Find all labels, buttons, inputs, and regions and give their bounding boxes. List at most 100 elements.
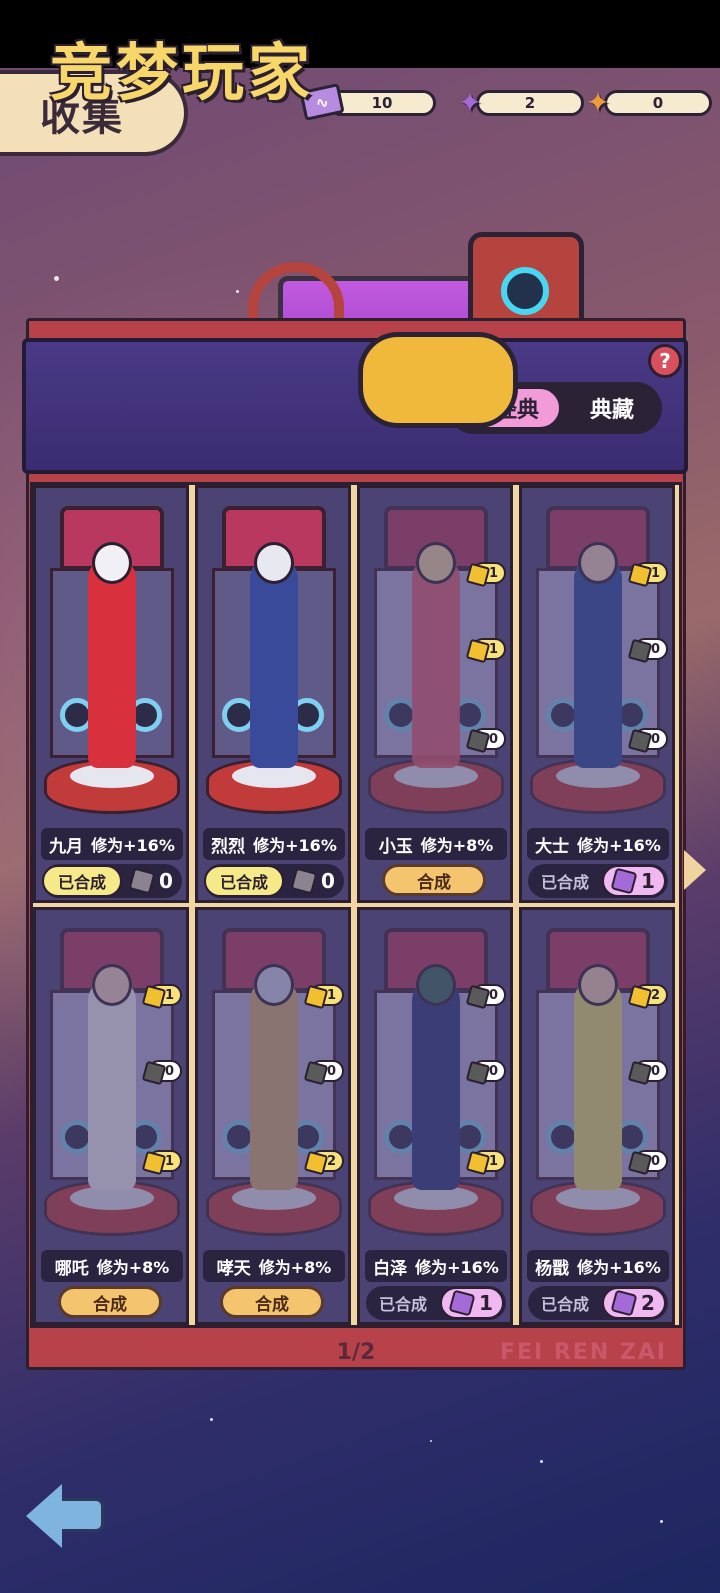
fragment-badge: 1 [472,1150,506,1172]
character-name-bar: 哪吒 修为+8% [41,1250,183,1282]
character-name: 哪吒 [54,1258,89,1279]
star-decoration [54,276,59,281]
character-name: 小玉 [378,836,413,857]
character-name-bar: 九月 修为+16% [41,828,183,860]
fragment-badge: 0 [634,638,668,660]
synthesize-button[interactable]: 合成 [382,864,486,896]
character-scene [204,498,342,816]
synthesize-button[interactable]: 合成 [58,1286,162,1318]
synthesized-label: 已合成 [42,865,122,897]
character-bonus: 修为+16% [91,836,175,855]
character-card[interactable]: 九月 修为+16% 已合成 0 [33,485,189,903]
fragment-badge: 1 [148,1150,182,1172]
character-card[interactable]: 烈烈 修为+16% 已合成 0 [195,485,351,903]
character-name: 白泽 [373,1258,408,1279]
currency-value: 0 [604,90,712,116]
character-bonus: 修为+8% [258,1258,332,1277]
star-decoration [210,1418,213,1421]
fragment-badge: 0 [634,1150,668,1172]
banner-foreground [248,232,668,468]
character-bonus: 修为+8% [96,1258,170,1277]
watermark: FEI REN ZAI [500,1340,668,1365]
character-name: 烈烈 [211,836,246,857]
character-card[interactable]: 1 0 0 大士 修为+16% 已合成 1 [519,485,675,903]
character-name-bar: 烈烈 修为+16% [203,828,345,860]
currency-value: 2 [476,90,584,116]
fragment-badge: 0 [472,984,506,1006]
character-name-bar: 杨戬 修为+16% [527,1250,669,1282]
fragment-badge: 2 [310,1150,344,1172]
character-name-bar: 白泽 修为+16% [365,1250,507,1282]
orange-puzzle-icon: ✦ [586,85,610,119]
fragment-badge: 0 [634,1060,668,1082]
synthesized-status: 已合成 0 [42,864,182,898]
purple-puzzle-icon: ✦ [458,85,482,119]
back-button[interactable] [26,1484,106,1548]
fragment-badge: 0 [472,728,506,750]
puzzle-icon [128,867,156,895]
currency-purple-puzzle: 2 ✦ [450,86,584,119]
character-scene [42,498,180,816]
star-decoration [540,1460,543,1463]
synthesized-label: 已合成 [378,1295,427,1314]
synthesized-status: 已合成 1 [528,864,668,898]
puzzle-icon [290,867,318,895]
fragment-count-value: 1 [641,869,655,893]
gamepad-icon [358,332,518,428]
fragment-count[interactable]: 1 [440,1287,504,1319]
synthesized-label: 已合成 [540,1295,589,1314]
synthesized-status: 已合成 0 [204,864,344,898]
fragment-count[interactable]: 2 [602,1287,666,1319]
star-decoration [236,290,239,293]
character-bonus: 修为+16% [415,1258,499,1277]
fragment-badge: 1 [634,562,668,584]
character-name-bar: 小玉 修为+8% [365,828,507,860]
next-page-arrow-icon[interactable] [684,850,706,890]
character-card[interactable]: 0 0 1 白泽 修为+16% 已合成 1 [357,907,513,1325]
character-name: 九月 [49,836,84,857]
character-name-bar: 哮天 修为+8% [203,1250,345,1282]
fragment-count-value: 0 [321,869,335,893]
star-decoration [430,1440,432,1442]
puzzle-icon [610,867,638,895]
character-card[interactable]: 2 0 0 杨戬 修为+16% 已合成 2 [519,907,675,1325]
fragment-badge: 1 [472,638,506,660]
character-bonus: 修为+16% [253,836,337,855]
synthesized-status: 已合成 1 [366,1286,506,1320]
fragment-count-value: 1 [479,1291,493,1315]
character-bonus: 修为+16% [577,836,661,855]
puzzle-icon [610,1289,638,1317]
fragment-count: 0 [122,867,182,895]
currency-value: 10 [328,90,436,116]
fragment-badge: 0 [634,728,668,750]
fragment-count-value: 0 [159,869,173,893]
synthesized-label: 已合成 [204,865,284,897]
currency-orange-puzzle: 0 ✦ [578,86,712,119]
character-name: 大士 [535,836,570,857]
character-name: 哮天 [216,1258,251,1279]
fragment-badge: 0 [310,1060,344,1082]
fragment-badge: 1 [148,984,182,1006]
back-arrow-head-icon [26,1484,62,1548]
fragment-count: 0 [284,867,344,895]
character-bonus: 修为+16% [577,1258,661,1277]
character-card[interactable]: 1 0 2 哮天 修为+8% 合成 [195,907,351,1325]
fragment-count-value: 2 [641,1291,655,1315]
star-decoration [660,1520,663,1523]
synthesize-button[interactable]: 合成 [220,1286,324,1318]
synthesized-status: 已合成 2 [528,1286,668,1320]
fragment-badge: 0 [472,1060,506,1082]
currency-tickets: 10 ∿ [299,83,436,121]
character-bonus: 修为+8% [420,836,494,855]
fragment-count[interactable]: 1 [602,865,666,897]
synthesized-label: 已合成 [540,873,589,892]
character-card[interactable]: 1 0 1 哪吒 修为+8% 合成 [33,907,189,1325]
fragment-badge: 1 [310,984,344,1006]
puzzle-icon [448,1289,476,1317]
fragment-badge: 0 [148,1060,182,1082]
character-card[interactable]: 1 1 0 小玉 修为+8% 合成 [357,485,513,903]
collection-title: 竞梦玩家 [50,36,315,109]
fragment-badge: 1 [472,562,506,584]
back-arrow-icon [56,1498,104,1532]
character-name: 杨戬 [535,1258,570,1279]
